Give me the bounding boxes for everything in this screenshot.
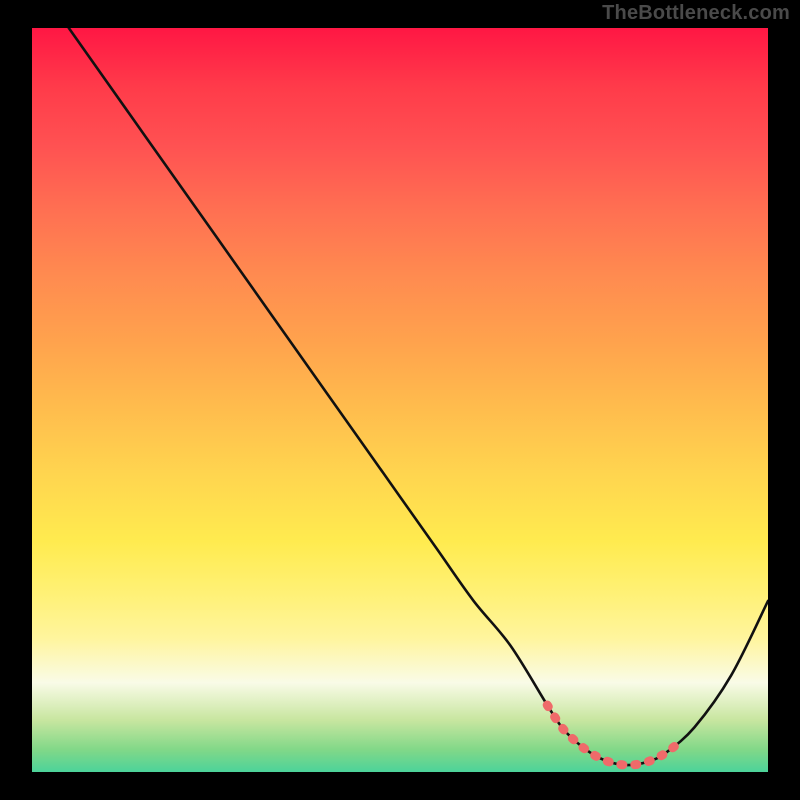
attribution-watermark: TheBottleneck.com bbox=[602, 2, 790, 25]
plot-area bbox=[32, 28, 768, 772]
curve-layer bbox=[32, 28, 768, 772]
chart-frame: TheBottleneck.com bbox=[0, 0, 800, 800]
bottleneck-curve bbox=[69, 28, 768, 765]
